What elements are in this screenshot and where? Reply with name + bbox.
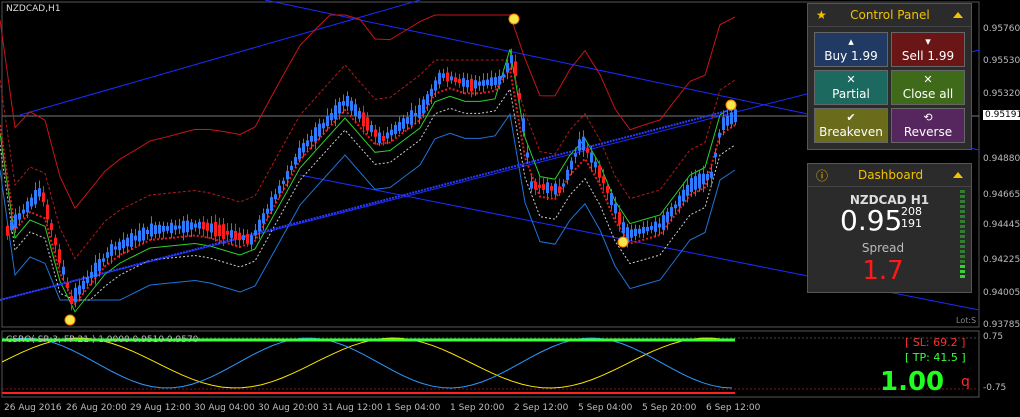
- partial-label: Partial: [832, 87, 870, 101]
- info-icon: ⓘ: [816, 168, 829, 183]
- time-tick: 1 Sep 20:00: [450, 403, 505, 413]
- reverse-label: Reverse: [903, 125, 953, 139]
- breakeven-button[interactable]: ✔ Breakeven: [814, 108, 888, 143]
- lot-size-small: Lot:S: [956, 316, 977, 325]
- time-tick: 30 Aug 04:00: [194, 403, 255, 413]
- time-tick: 5 Sep 04:00: [578, 403, 633, 413]
- time-tick: 5 Sep 20:00: [642, 403, 697, 413]
- close-all-label: Close all: [902, 87, 954, 101]
- time-tick: 2 Sep 12:00: [514, 403, 569, 413]
- collapse-icon[interactable]: [953, 12, 963, 18]
- bid-digits: 191: [901, 217, 922, 230]
- chart-title: NZDCAD,H1: [6, 4, 61, 14]
- price-main: 0.95: [840, 204, 903, 237]
- time-tick: 29 Aug 12:00: [130, 403, 191, 413]
- indicator-tick: 0.75: [983, 332, 1004, 342]
- indicator-title: CSRO( SR:3, FP:21 ) 1.0000 0.9510 0.9570: [6, 335, 199, 345]
- price-tick: 0.94665: [983, 190, 1020, 200]
- price-tick: 0.94445: [983, 220, 1020, 230]
- time-tick: 30 Aug 20:00: [258, 403, 319, 413]
- control-panel-title: Control Panel: [850, 8, 930, 22]
- price-digits: 208 191: [901, 206, 922, 230]
- time-tick: 6 Sep 12:00: [706, 403, 761, 413]
- price-tick: 0.95191: [983, 110, 1020, 120]
- sell-label: Sell 1.99: [901, 49, 955, 63]
- price-tick: 0.93785: [983, 320, 1020, 330]
- quick-close-button[interactable]: q: [961, 374, 970, 390]
- spread-label: Spread: [861, 241, 905, 255]
- dashboard-title: Dashboard: [857, 168, 924, 182]
- time-tick: 31 Aug 12:00: [322, 403, 383, 413]
- reverse-icon: ⟲: [923, 111, 933, 124]
- indicator-tick: -0.75: [983, 383, 1007, 393]
- price-tick: 0.95320: [983, 89, 1020, 99]
- control-panel-header[interactable]: ★ Control Panel: [808, 4, 971, 27]
- breakeven-label: Breakeven: [819, 125, 883, 139]
- time-tick: 26 Aug 20:00: [66, 403, 127, 413]
- close-all-button[interactable]: ✕ Close all: [891, 70, 965, 105]
- price-tick: 0.94225: [983, 255, 1020, 265]
- dashboard-header[interactable]: ⓘ Dashboard: [808, 164, 971, 187]
- stop-loss-label: [ SL: 69.2 ]: [905, 336, 966, 349]
- price-tick: 0.94005: [983, 288, 1020, 298]
- buy-arrow-icon: ▴: [848, 35, 854, 48]
- take-profit-label: [ TP: 41.5 ]: [905, 351, 966, 364]
- time-tick: 1 Sep 04:00: [386, 403, 441, 413]
- price-tick: 0.94880: [983, 154, 1020, 164]
- partial-button[interactable]: ✕ Partial: [814, 70, 888, 105]
- signal-meter: [960, 190, 965, 282]
- dashboard-panel: ⓘ Dashboard NZDCAD H1 0.95 208 191 Sprea…: [807, 163, 972, 293]
- buy-button[interactable]: ▴ Buy 1.99: [814, 32, 888, 67]
- lock-icon: ★: [816, 8, 827, 22]
- time-tick: 26 Aug 2016: [4, 403, 62, 413]
- price-tick: 0.95530: [983, 56, 1020, 66]
- spread-value: 1.7: [862, 256, 904, 286]
- collapse-icon[interactable]: [953, 172, 963, 178]
- buy-label: Buy 1.99: [824, 49, 878, 63]
- close-icon: ✕: [923, 73, 933, 86]
- sell-arrow-icon: ▾: [925, 35, 931, 48]
- reverse-button[interactable]: ⟲ Reverse: [891, 108, 965, 143]
- price-tick: 0.95760: [983, 24, 1020, 34]
- partial-close-icon: ✕: [846, 73, 856, 86]
- check-icon: ✔: [846, 111, 856, 124]
- sell-button[interactable]: ▾ Sell 1.99: [891, 32, 965, 67]
- lot-size-value[interactable]: 1.00: [880, 367, 944, 397]
- control-panel: ★ Control Panel ▴ Buy 1.99 ▾ Sell 1.99 ✕ Pa…: [807, 3, 972, 150]
